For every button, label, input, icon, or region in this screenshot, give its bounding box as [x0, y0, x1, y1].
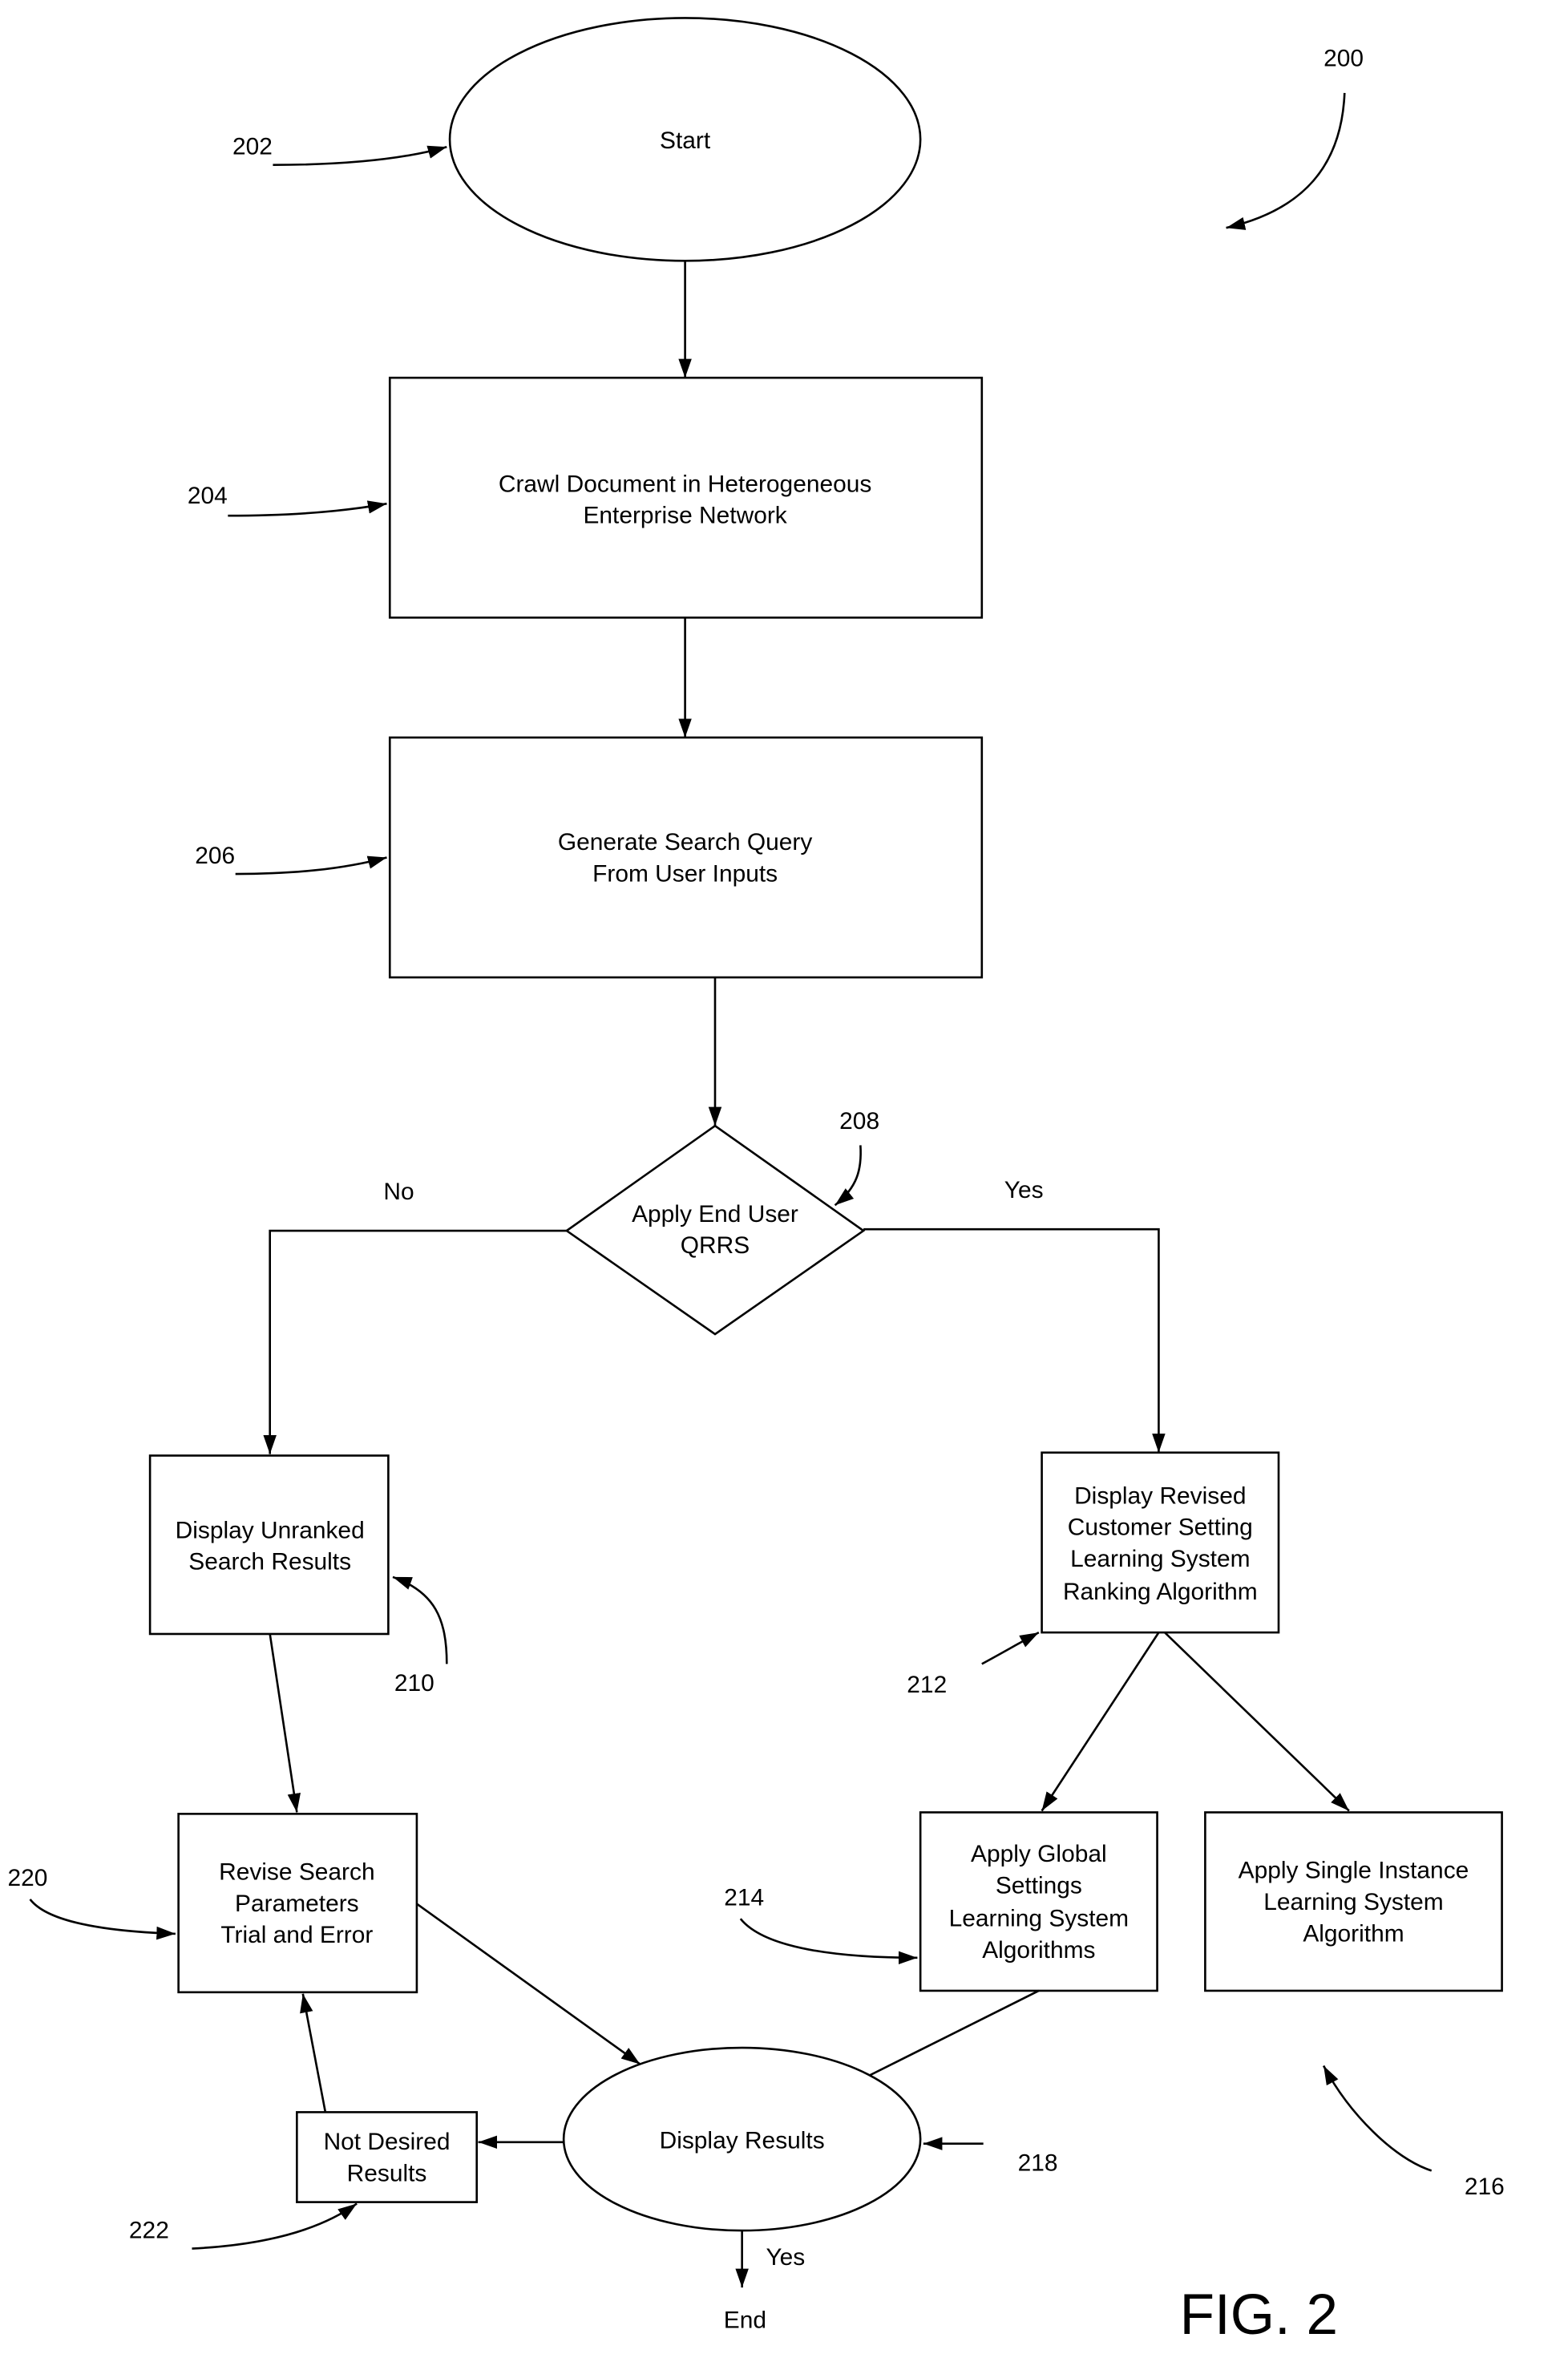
revise-node: Revise Search Parameters Trial and Error	[177, 1813, 418, 1994]
revised-label-1: Display Revised	[1074, 1482, 1246, 1509]
single-label-1: Apply Single Instance	[1239, 1858, 1469, 1884]
start-node: Start	[448, 17, 922, 262]
yes-label: Yes	[1004, 1177, 1044, 1203]
ref-202-arrow	[273, 145, 447, 166]
ref-218: 218	[1018, 2150, 1058, 2176]
single-label-2: Learning System	[1263, 1889, 1443, 1915]
revised-node: Display Revised Customer Setting Learnin…	[1041, 1451, 1280, 1634]
revised-label-3: Learning System	[1070, 1546, 1250, 1572]
crawl-node: Crawl Document in Heterogeneous Enterpri…	[388, 376, 984, 619]
ref-208: 208	[839, 1108, 879, 1134]
notdesired-label-2: Results	[347, 2160, 427, 2186]
crawl-label-1: Crawl Document in Heterogeneous	[499, 471, 871, 497]
ref-200-arrow	[1226, 92, 1346, 230]
ref-206-arrow	[235, 855, 387, 876]
end-label: End	[724, 2307, 766, 2334]
arrow-revised-to-single	[1163, 1632, 1350, 1812]
ref-210-arrow	[392, 1575, 448, 1664]
ref-214: 214	[724, 1884, 764, 1911]
ref-214-arrow	[739, 1918, 918, 1965]
arrow-global-to-display	[846, 1989, 1040, 2088]
revise-label-3: Trial and Error	[220, 1922, 373, 1948]
arrow-notdesired-to-revise	[300, 1993, 327, 2113]
notdesired-label-1: Not Desired	[324, 2129, 451, 2155]
generate-label-1: Generate Search Query	[558, 829, 813, 855]
generate-label-2: From User Inputs	[592, 860, 778, 887]
ref-222: 222	[129, 2217, 169, 2243]
flowchart-fig-2: 200 Start 202 Crawl Document in Heteroge…	[7, 17, 1505, 2347]
ref-210: 210	[394, 1670, 434, 1697]
global-label-3: Learning System	[949, 1906, 1129, 1932]
decision-label-2: QRRS	[681, 1232, 750, 1259]
ref-204: 204	[188, 483, 228, 509]
unranked-node: Display Unranked Search Results	[148, 1454, 390, 1636]
ref-212: 212	[907, 1672, 947, 1698]
revised-label-2: Customer Setting	[1068, 1515, 1253, 1541]
decision-label-1: Apply End User	[632, 1201, 798, 1227]
revise-label-1: Revise Search	[219, 1859, 374, 1886]
ref-220: 220	[7, 1865, 47, 1891]
single-node: Apply Single Instance Learning System Al…	[1204, 1811, 1503, 1992]
figure-caption: FIG. 2	[1180, 2283, 1338, 2347]
arrow-revised-to-global	[1041, 1632, 1160, 1812]
ref-200: 200	[1324, 45, 1364, 71]
arrow-revise-to-display	[416, 1903, 641, 2065]
ref-202: 202	[232, 134, 273, 160]
ref-208-arrow	[834, 1145, 862, 1207]
ref-222-arrow	[192, 2202, 358, 2250]
start-label: Start	[660, 127, 711, 154]
arrow-decision-no	[263, 1229, 567, 1454]
decision-node: Apply End User QRRS	[564, 1124, 866, 1336]
arrow-unranked-to-revise	[269, 1633, 301, 1813]
notdesired-node: Not Desired Results	[296, 2111, 479, 2203]
ref-216-arrow	[1322, 2065, 1433, 2172]
display-results-label: Display Results	[660, 2127, 825, 2154]
revised-label-4: Ranking Algorithm	[1063, 1579, 1258, 1605]
ref-204-arrow	[228, 500, 387, 517]
crawl-label-2: Enterprise Network	[583, 503, 786, 529]
single-label-3: Algorithm	[1303, 1920, 1404, 1947]
ref-220-arrow	[29, 1899, 176, 1940]
ref-206: 206	[195, 843, 235, 869]
global-label-2: Settings	[996, 1872, 1082, 1899]
end-yes-label: Yes	[766, 2244, 805, 2271]
arrow-decision-yes	[863, 1227, 1166, 1453]
ref-216: 216	[1465, 2174, 1505, 2200]
global-label-1: Apply Global	[971, 1841, 1107, 1867]
revise-label-2: Parameters	[235, 1891, 359, 1917]
no-label: No	[383, 1179, 414, 1205]
global-label-4: Algorithms	[982, 1937, 1095, 1964]
display-results-node: Display Results	[562, 2046, 922, 2232]
ref-212-arrow	[981, 1631, 1040, 1665]
unranked-label-2: Search Results	[188, 1549, 351, 1575]
global-node: Apply Global Settings Learning System Al…	[919, 1811, 1158, 1992]
unranked-label-1: Display Unranked	[176, 1517, 365, 1543]
generate-node: Generate Search Query From User Inputs	[388, 736, 984, 979]
